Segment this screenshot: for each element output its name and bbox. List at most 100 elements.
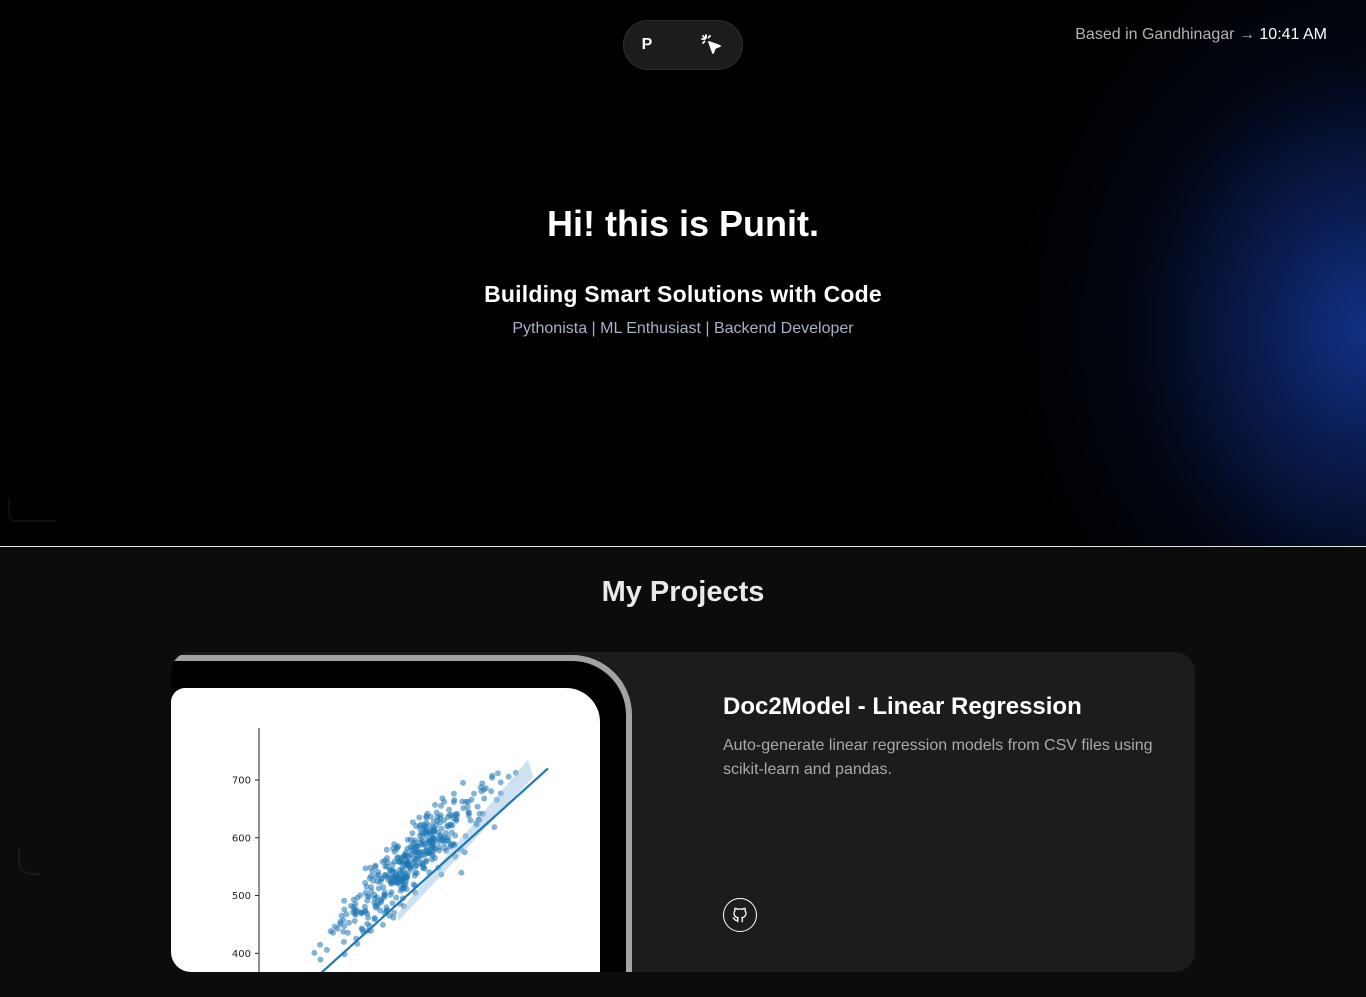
scatter-point — [432, 801, 438, 808]
project-title[interactable]: Doc2Model - Linear Regression — [723, 693, 1082, 721]
scatter-point — [413, 849, 420, 856]
scatter-point — [383, 846, 390, 853]
y-tick-label: 600 — [232, 833, 251, 844]
scatter-point — [400, 882, 407, 889]
scatter-point — [453, 817, 460, 824]
scatter-point — [371, 891, 378, 898]
scatter-point — [375, 885, 382, 892]
scatter-point — [350, 909, 356, 916]
scatter-point — [447, 821, 454, 828]
scatter-point — [416, 814, 423, 821]
scatter-point — [375, 871, 382, 878]
scatter-point — [460, 805, 467, 812]
project-preview-image: 700 600 500 400 — [171, 688, 600, 972]
scatter-point — [429, 839, 436, 846]
scatter-point — [481, 795, 488, 802]
scatter-point — [388, 889, 395, 896]
scatter-point — [391, 848, 398, 855]
scatter-point — [491, 824, 498, 831]
scatter-chart: 700 600 500 400 — [232, 728, 549, 972]
scatter-point — [340, 928, 347, 935]
hero-section: P Based in Gandhinagar → 10:41 AM Hi! th… — [0, 0, 1366, 547]
scatter-point — [497, 779, 504, 786]
scatter-point — [423, 857, 430, 864]
scatter-point — [405, 859, 412, 866]
hero-subtitle: Building Smart Solutions with Code — [484, 281, 882, 307]
scatter-point — [474, 803, 481, 810]
scatter-point — [399, 865, 405, 872]
hero-title: Hi! this is Punit. — [546, 203, 819, 244]
scatter-point — [441, 845, 448, 852]
scatter-point — [505, 773, 512, 780]
y-tick-label: 700 — [232, 776, 251, 787]
scatter-point — [494, 770, 501, 777]
nav-pill: P — [623, 20, 743, 70]
scatter-point — [323, 946, 330, 953]
scatter-point — [409, 830, 416, 837]
scatter-point — [334, 925, 341, 932]
scatter-point — [354, 894, 361, 901]
scatter-point — [448, 842, 454, 849]
scatter-point — [423, 819, 430, 826]
scatter-point — [423, 844, 430, 851]
github-link-button[interactable] — [723, 898, 757, 932]
scatter-point — [478, 788, 485, 795]
scatter-point — [366, 875, 373, 882]
scatter-point — [341, 897, 348, 904]
scatter-point — [377, 899, 384, 906]
scatter-point — [413, 862, 420, 869]
arrow-icon: → — [1238, 26, 1255, 43]
scatter-point — [429, 856, 436, 863]
logo[interactable]: P — [638, 36, 656, 54]
scatter-point — [361, 903, 368, 910]
scatter-point — [311, 949, 318, 956]
scatter-point — [417, 832, 423, 839]
section-title: My Projects — [601, 576, 765, 608]
scatter-point — [393, 894, 400, 901]
scatter-point — [346, 919, 352, 926]
hero-tagline: Pythonista | ML Enthusiast | Backend Dev… — [512, 320, 854, 337]
scatter-point — [389, 861, 396, 868]
scatter-point — [362, 879, 369, 886]
scatter-point — [372, 862, 379, 869]
scatter-point — [437, 812, 444, 819]
scatter-point — [358, 910, 365, 917]
scatter-point — [381, 894, 388, 901]
scatter-point — [446, 812, 453, 818]
location-time: Based in Gandhinagar → 10:41 AM — [1075, 26, 1327, 44]
scatter-point — [432, 846, 439, 853]
scatter-point — [488, 788, 495, 795]
scatter-point — [465, 798, 472, 805]
scatter-point — [458, 869, 465, 876]
location-text: Based in Gandhinagar — [1075, 26, 1235, 43]
scatter-point — [404, 845, 411, 852]
scatter-point — [454, 810, 460, 817]
scatter-point — [450, 790, 457, 797]
scatter-point — [452, 832, 459, 839]
scatter-point — [459, 798, 466, 805]
y-tick-label: 400 — [232, 949, 251, 960]
scatter-point — [317, 956, 324, 963]
scatter-point — [441, 798, 448, 805]
scatter-point — [330, 929, 336, 936]
local-time: 10:41 AM — [1259, 26, 1327, 43]
decorative-bracket — [18, 847, 40, 875]
scatter-point — [434, 829, 441, 836]
scatter-point — [404, 836, 411, 843]
scatter-point — [340, 938, 347, 945]
project-description: Auto-generate linear regression models f… — [723, 737, 1153, 778]
scatter-point — [479, 780, 486, 787]
scatter-point — [420, 852, 427, 859]
scatter-point — [379, 921, 386, 928]
scatter-point — [317, 941, 324, 948]
scatter-point — [371, 915, 378, 921]
sparkle-cursor-icon[interactable] — [698, 31, 726, 59]
scatter-point — [391, 909, 398, 916]
scatter-point — [413, 823, 419, 829]
scatter-point — [471, 790, 477, 797]
scatter-point — [389, 868, 396, 875]
scatter-point — [424, 810, 431, 817]
scatter-point — [364, 910, 371, 917]
scatter-point — [388, 878, 395, 885]
project-card[interactable]: 700 600 500 400 Doc2Model - Linear Regressi… — [171, 652, 1195, 972]
